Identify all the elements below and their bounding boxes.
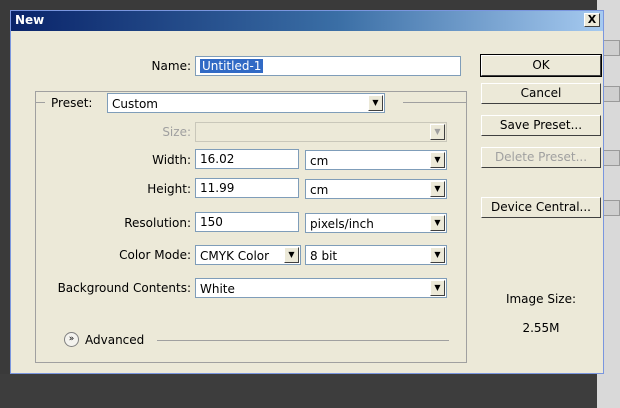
color-mode-value: CMYK Color xyxy=(200,249,270,263)
resolution-input[interactable]: 150 xyxy=(195,212,299,232)
new-document-dialog: New X Name: Untitled-1 Preset: Custom ▼ … xyxy=(10,10,604,374)
resolution-unit-value: pixels/inch xyxy=(310,217,374,231)
height-label: Height: xyxy=(147,182,191,196)
height-unit-value: cm xyxy=(310,183,329,197)
background-contents-label: Background Contents: xyxy=(57,281,191,295)
chevron-down-icon[interactable]: ▼ xyxy=(430,247,445,263)
name-label: Name: xyxy=(151,59,191,73)
expand-advanced-icon[interactable]: » xyxy=(64,332,79,347)
size-label: Size: xyxy=(162,125,191,139)
resolution-value: 150 xyxy=(200,215,223,229)
save-preset-button[interactable]: Save Preset... xyxy=(481,115,601,136)
chevron-down-icon[interactable]: ▼ xyxy=(430,215,445,231)
close-icon: X xyxy=(587,13,597,26)
advanced-label[interactable]: Advanced xyxy=(85,333,144,347)
height-unit-select[interactable]: cm ▼ xyxy=(305,179,447,199)
width-unit-value: cm xyxy=(310,154,329,168)
chevron-down-icon[interactable]: ▼ xyxy=(368,95,383,111)
close-button[interactable]: X xyxy=(584,13,600,27)
name-input[interactable]: Untitled-1 xyxy=(195,56,461,76)
background-contents-value: White xyxy=(200,282,235,296)
chevron-down-icon[interactable]: ▼ xyxy=(284,247,299,263)
image-size-value: 2.55M xyxy=(522,321,560,335)
background-contents-select[interactable]: White ▼ xyxy=(195,278,447,298)
chevron-down-icon[interactable]: ▼ xyxy=(430,152,445,168)
device-central-button[interactable]: Device Central... xyxy=(481,197,601,218)
title-bar: New X xyxy=(11,11,603,31)
preset-label: Preset: xyxy=(50,96,94,110)
chevron-down-icon[interactable]: ▼ xyxy=(430,280,445,296)
width-unit-select[interactable]: cm ▼ xyxy=(305,150,447,170)
divider xyxy=(403,102,467,103)
chevron-down-icon[interactable]: ▼ xyxy=(430,124,445,140)
divider xyxy=(157,340,449,341)
divider xyxy=(35,102,45,103)
bit-depth-select[interactable]: 8 bit ▼ xyxy=(305,245,447,265)
resolution-label: Resolution: xyxy=(124,216,191,230)
height-input[interactable]: 11.99 xyxy=(195,178,299,198)
width-input[interactable]: 16.02 xyxy=(195,149,299,169)
width-label: Width: xyxy=(152,153,191,167)
chevron-down-icon[interactable]: ▼ xyxy=(430,181,445,197)
resolution-unit-select[interactable]: pixels/inch ▼ xyxy=(305,213,447,233)
height-value: 11.99 xyxy=(200,181,235,195)
preset-value: Custom xyxy=(112,97,158,111)
delete-preset-button[interactable]: Delete Preset... xyxy=(481,147,601,168)
width-value: 16.02 xyxy=(200,152,235,166)
cancel-button[interactable]: Cancel xyxy=(481,83,601,104)
ok-button[interactable]: OK xyxy=(480,54,602,77)
name-value: Untitled-1 xyxy=(200,59,264,73)
dialog-title: New xyxy=(15,13,45,27)
color-mode-select[interactable]: CMYK Color ▼ xyxy=(195,245,301,265)
size-select[interactable]: ▼ xyxy=(195,122,447,142)
preset-select[interactable]: Custom ▼ xyxy=(107,93,385,113)
background-canvas xyxy=(0,374,597,408)
color-mode-label: Color Mode: xyxy=(119,248,191,262)
bit-depth-value: 8 bit xyxy=(310,249,338,263)
image-size-label: Image Size: xyxy=(505,292,577,306)
